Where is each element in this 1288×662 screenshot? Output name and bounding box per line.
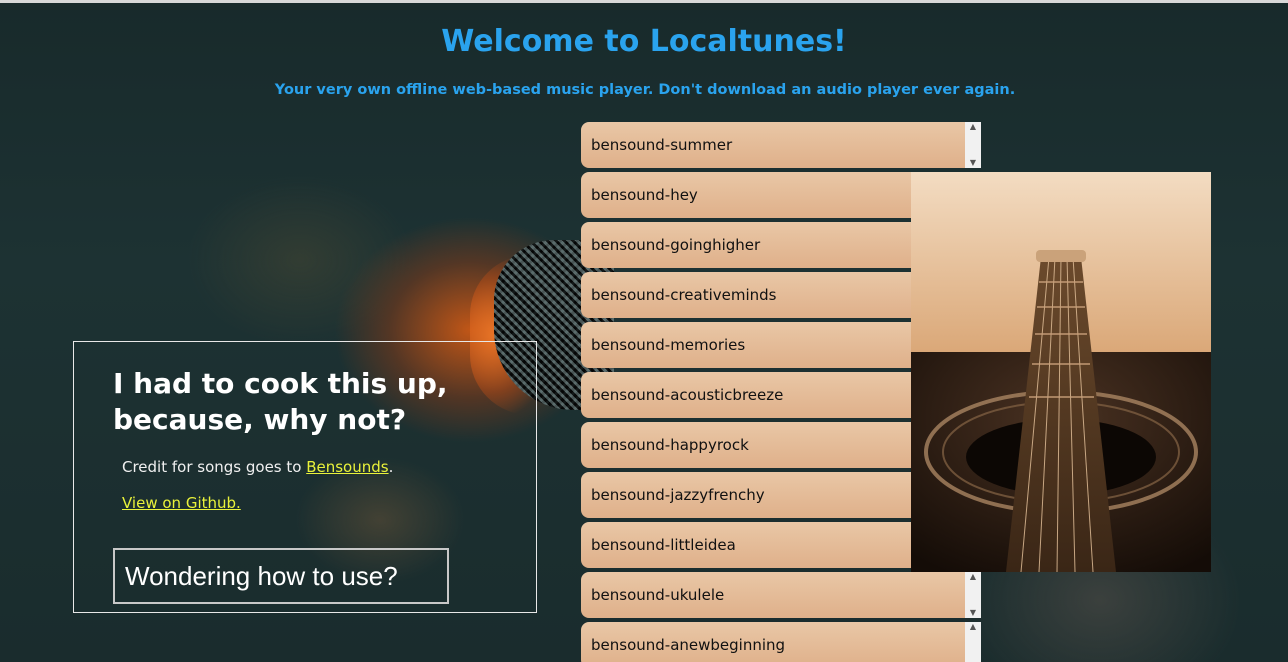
- info-heading: I had to cook this up, because, why not?: [113, 367, 448, 436]
- scroll-up-icon[interactable]: ▲: [970, 572, 976, 582]
- song-title: bensound-acousticbreeze: [591, 386, 784, 404]
- github-line: View on Github.: [122, 494, 241, 512]
- song-title: bensound-summer: [591, 136, 733, 154]
- how-to-use-button[interactable]: Wondering how to use?: [113, 548, 449, 604]
- scroll-up-icon[interactable]: ▲: [970, 122, 976, 132]
- song-title: bensound-littleidea: [591, 536, 736, 554]
- song-title: bensound-anewbeginning: [591, 636, 786, 654]
- song-title: bensound-ukulele: [591, 586, 725, 604]
- scroll-down-icon[interactable]: ▼: [970, 158, 976, 168]
- song-item[interactable]: bensound-ukulele ▲ ▼: [581, 572, 981, 618]
- top-border: [0, 0, 1288, 3]
- info-panel: I had to cook this up, because, why not?…: [73, 341, 537, 613]
- album-art-guitar-image: [911, 172, 1211, 572]
- song-scrollbar[interactable]: ▲ ▼: [965, 572, 981, 618]
- song-scrollbar[interactable]: ▲: [965, 622, 981, 662]
- song-item[interactable]: bensound-summer ▲ ▼: [581, 122, 981, 168]
- song-title: bensound-jazzyfrenchy: [591, 486, 765, 504]
- song-title: bensound-happyrock: [591, 436, 749, 454]
- song-title: bensound-hey: [591, 186, 698, 204]
- credit-text: Credit for songs goes to Bensounds.: [122, 458, 393, 476]
- scroll-down-icon[interactable]: ▼: [970, 608, 976, 618]
- song-item[interactable]: bensound-anewbeginning ▲: [581, 622, 981, 662]
- scroll-up-icon[interactable]: ▲: [970, 622, 976, 632]
- song-title: bensound-memories: [591, 336, 746, 354]
- song-title: bensound-creativeminds: [591, 286, 777, 304]
- credit-prefix: Credit for songs goes to: [122, 458, 307, 476]
- song-scrollbar[interactable]: ▲ ▼: [965, 122, 981, 168]
- song-title: bensound-goinghigher: [591, 236, 761, 254]
- github-link[interactable]: View on Github.: [122, 494, 241, 512]
- page-subtitle: Your very own offline web-based music pl…: [274, 82, 1016, 98]
- page-title: Welcome to Localtunes!: [441, 24, 847, 59]
- guitar-illustration: [911, 172, 1211, 572]
- credit-suffix: .: [388, 458, 394, 476]
- bensounds-link[interactable]: Bensounds: [306, 458, 388, 476]
